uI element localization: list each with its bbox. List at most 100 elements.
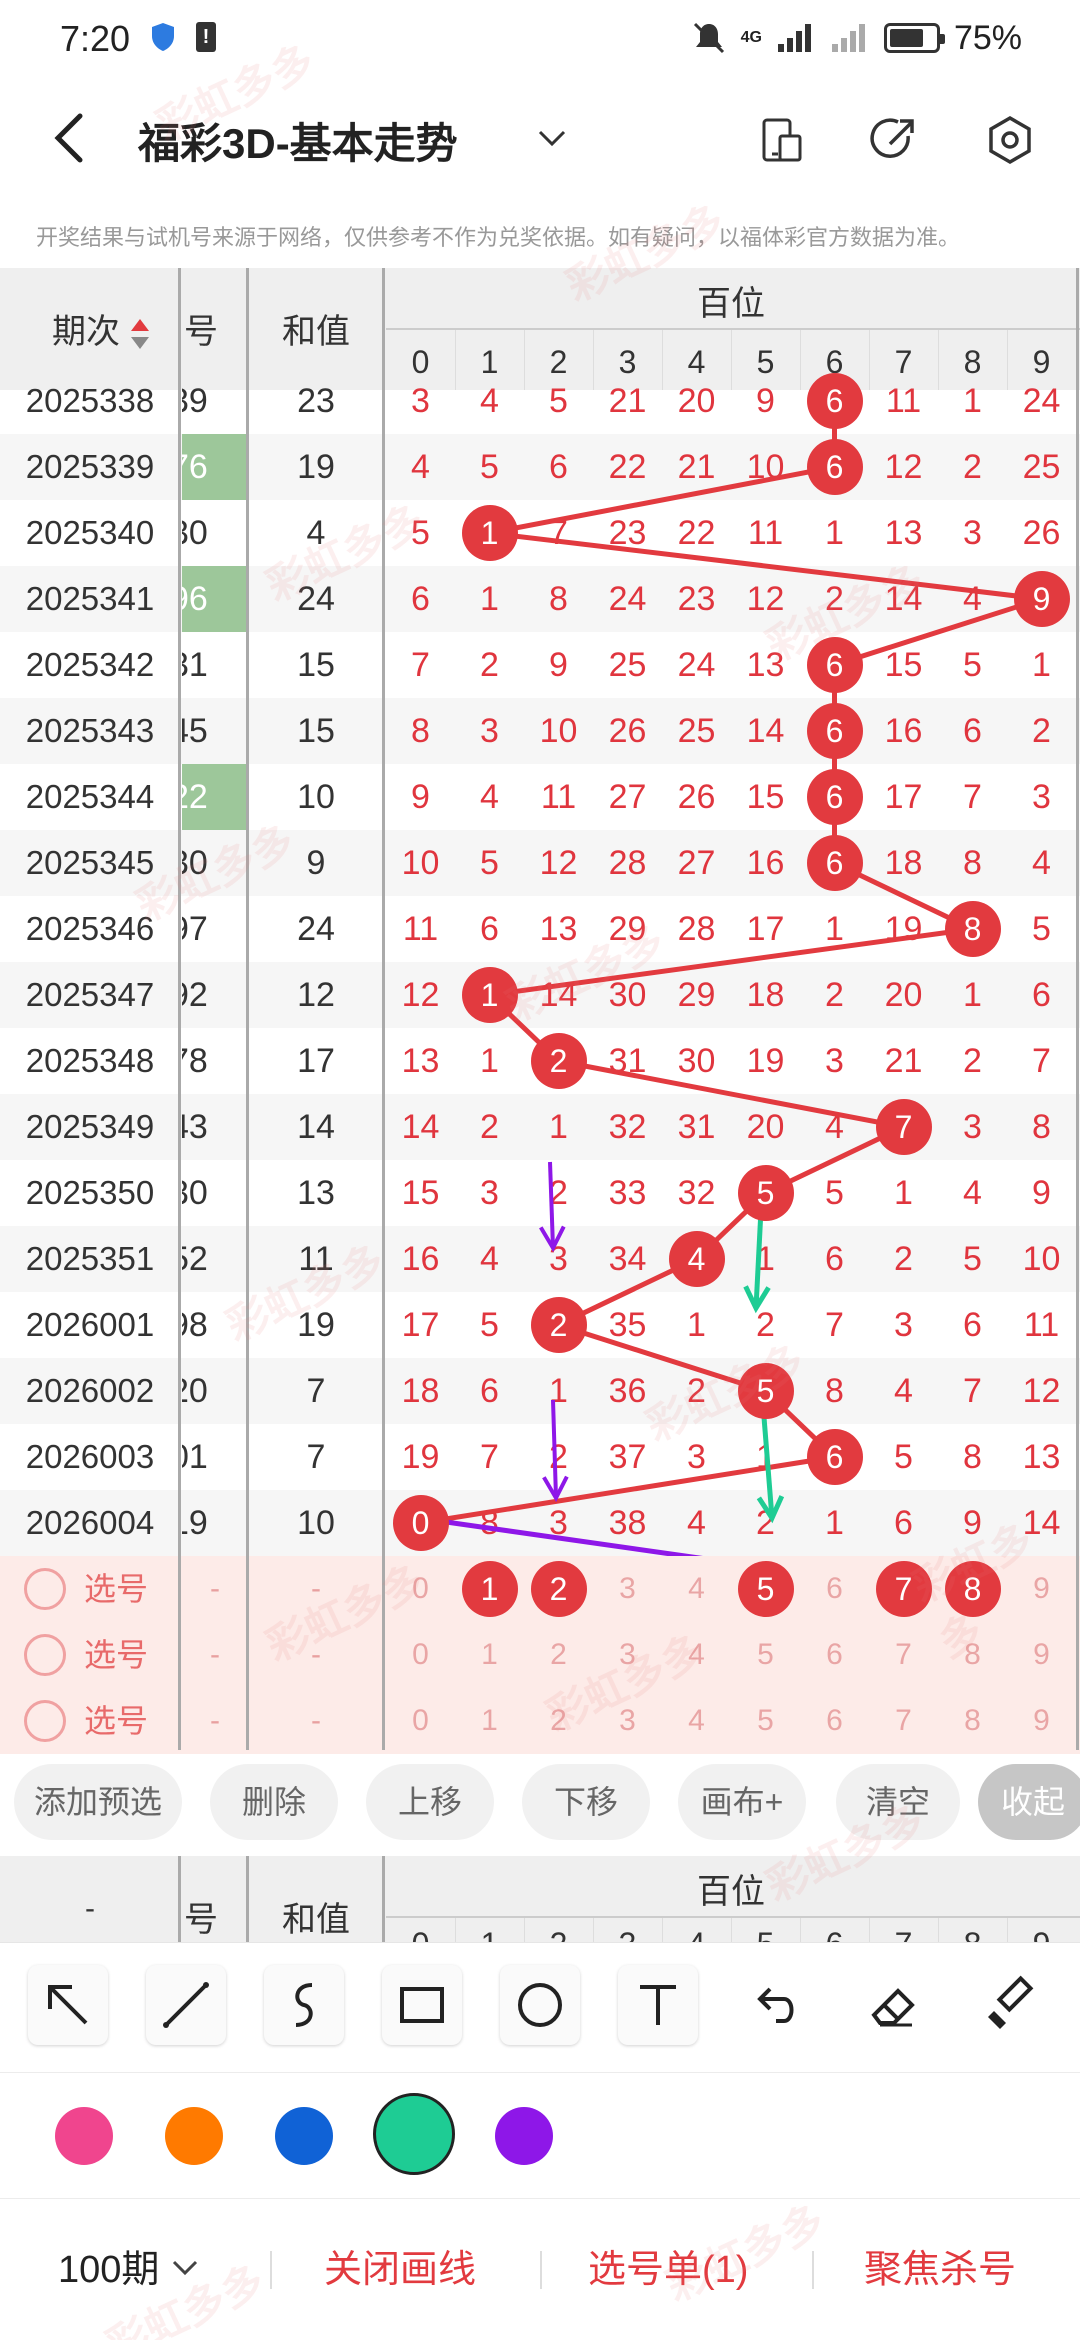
table-row[interactable]: 2026004 19 10 8 3 38 4 2 1 6 9 14 — [0, 1490, 1080, 1556]
selectable-number[interactable]: 3 — [593, 1622, 662, 1688]
color-swatch[interactable] — [495, 2107, 553, 2165]
table-row[interactable]: 202533839233452120911124 — [0, 368, 1080, 434]
text-tool[interactable] — [618, 1965, 698, 2045]
selectable-number[interactable]: 2 — [524, 1688, 593, 1754]
omission-cell: 4 — [411, 448, 430, 486]
selectable-number[interactable]: 4 — [662, 1622, 731, 1688]
move-down-button[interactable]: 下移 — [522, 1764, 650, 1840]
selection-row[interactable]: 选号 - - 0123456789 — [0, 1556, 1080, 1622]
secondary-header-divider — [386, 1916, 1080, 1918]
omission-cell: 8 — [549, 580, 568, 618]
table-row[interactable]: 2026003 01 7 19 7 2 37 3 1 5 8 13 — [0, 1424, 1080, 1490]
line-tool[interactable] — [146, 1965, 226, 2045]
arrow-tool[interactable] — [28, 1965, 108, 2045]
table-row[interactable]: 2025347 92 12 12 14 30 29 18 2 20 1 6 — [0, 962, 1080, 1028]
selectable-number[interactable]: 8 — [938, 1622, 1007, 1688]
selected-number-ball[interactable]: 7 — [875, 1561, 932, 1617]
table-row[interactable]: 2025345 30 9 10 5 12 28 27 16 18 8 4 — [0, 830, 1080, 896]
selectable-number[interactable]: 4 — [662, 1688, 731, 1754]
clear-brush-tool[interactable] — [972, 1965, 1052, 2045]
select-dash: - — [210, 1638, 220, 1671]
period-column-header[interactable]: 期次 — [52, 304, 151, 353]
add-preselect-button[interactable]: 添加预选 — [14, 1764, 182, 1840]
color-swatch[interactable] — [165, 2107, 223, 2165]
circle-tool[interactable] — [500, 1965, 580, 2045]
selectable-number[interactable]: 7 — [869, 1622, 938, 1688]
selected-number-ball[interactable]: 2 — [530, 1561, 587, 1617]
omission-cell: 3 — [963, 1108, 982, 1146]
selectable-number[interactable]: 7 — [869, 1688, 938, 1754]
omission-cell: 3 — [480, 712, 499, 750]
chevron-down-icon[interactable] — [536, 122, 568, 154]
omission-cell: 11 — [402, 910, 439, 948]
selectable-number[interactable]: 5 — [731, 1688, 800, 1754]
selected-number-ball[interactable]: 8 — [944, 1561, 1001, 1617]
selectable-number[interactable]: 1 — [455, 1688, 524, 1754]
omission-cell: 26 — [608, 712, 647, 750]
selectable-number[interactable]: 8 — [938, 1688, 1007, 1754]
table-row[interactable]: 2025346 97 24 11 6 13 29 28 17 1 19 5 — [0, 896, 1080, 962]
selectable-number[interactable]: 9 — [1007, 1622, 1076, 1688]
curve-tool[interactable] — [264, 1965, 344, 2045]
table-row[interactable]: 2025344 22 10 9 4 11 27 26 15 17 7 3 — [0, 764, 1080, 830]
selectable-number[interactable]: 4 — [662, 1556, 731, 1622]
table-row[interactable]: 2026002 20 7 18 6 1 36 2 8 4 7 12 — [0, 1358, 1080, 1424]
omission-cell: 12 — [401, 976, 440, 1014]
table-row[interactable]: 20253503013153233325149 — [0, 1160, 1080, 1226]
omission-cell: 32 — [677, 1174, 716, 1212]
selectable-number[interactable]: 0 — [386, 1556, 455, 1622]
settings-icon[interactable] — [984, 114, 1036, 166]
select-radio[interactable] — [24, 1700, 66, 1742]
selected-number-ball[interactable]: 5 — [737, 1561, 794, 1617]
select-radio[interactable] — [24, 1634, 66, 1676]
move-up-button[interactable]: 上移 — [366, 1764, 494, 1840]
table-row[interactable]: 20253515211164334162510 — [0, 1226, 1080, 1292]
ticket-button[interactable]: 选号单(1) — [588, 2199, 748, 2340]
back-arrow-icon[interactable] — [50, 110, 90, 166]
close-lines-button[interactable]: 关闭画线 — [324, 2199, 476, 2340]
secondary-table-header: - 号 和值 百位 0123456789 — [0, 1856, 1080, 1942]
selectable-number[interactable]: 1 — [455, 1622, 524, 1688]
color-swatch[interactable] — [55, 2107, 113, 2165]
selectable-number[interactable]: 2 — [524, 1622, 593, 1688]
selectable-number[interactable]: 0 — [386, 1688, 455, 1754]
table-row[interactable]: 2025341 96 24 6 1 8 24 23 12 2 14 4 — [0, 566, 1080, 632]
select-dash: - — [311, 1704, 321, 1737]
omission-cell: 11 — [885, 382, 922, 420]
table-row[interactable]: 2025339 76 19 4 5 6 22 21 10 12 2 25 — [0, 434, 1080, 500]
selectable-number[interactable]: 0 — [386, 1622, 455, 1688]
table-row[interactable]: 202534030457232211113326 — [0, 500, 1080, 566]
device-switch-icon[interactable] — [756, 114, 808, 166]
table-row[interactable]: 2025342 31 15 7 2 9 25 24 13 15 5 1 — [0, 632, 1080, 698]
clear-button[interactable]: 清空 — [836, 1764, 960, 1840]
selected-number-ball[interactable]: 1 — [461, 1561, 518, 1617]
delete-button[interactable]: 删除 — [210, 1764, 338, 1840]
period-count-select[interactable]: 100期 — [58, 2199, 200, 2340]
omission-cell: 11 — [1023, 1306, 1060, 1344]
rectangle-tool[interactable] — [382, 1965, 462, 2045]
selectable-number[interactable]: 9 — [1007, 1688, 1076, 1754]
selection-row[interactable]: 选号 - - 0123456789 — [0, 1688, 1080, 1754]
selectable-number[interactable]: 9 — [1007, 1556, 1076, 1622]
omission-cell: 20 — [884, 976, 923, 1014]
selectable-number[interactable]: 6 — [800, 1622, 869, 1688]
omission-cell: 1 — [825, 514, 844, 552]
undo-tool[interactable] — [736, 1965, 816, 2045]
collapse-button[interactable]: 收起 — [978, 1764, 1080, 1840]
network-label: 4G — [740, 29, 762, 46]
eraser-tool[interactable] — [854, 1965, 934, 2045]
color-swatch[interactable] — [373, 2093, 455, 2175]
digit-divider — [662, 1918, 663, 1942]
selectable-number[interactable]: 5 — [731, 1622, 800, 1688]
table-row[interactable]: 2025343 45 15 8 3 10 26 25 14 16 6 2 — [0, 698, 1080, 764]
selectable-number[interactable]: 6 — [800, 1688, 869, 1754]
select-radio[interactable] — [24, 1568, 66, 1610]
share-icon[interactable] — [868, 114, 920, 166]
selectable-number[interactable]: 3 — [593, 1556, 662, 1622]
selectable-number[interactable]: 3 — [593, 1688, 662, 1754]
canvas-add-button[interactable]: 画布+ — [678, 1764, 806, 1840]
selectable-number[interactable]: 6 — [800, 1556, 869, 1622]
focus-kill-button[interactable]: 聚焦杀号 — [864, 2199, 1016, 2340]
color-swatch[interactable] — [275, 2107, 333, 2165]
selection-row[interactable]: 选号 - - 0123456789 — [0, 1622, 1080, 1688]
